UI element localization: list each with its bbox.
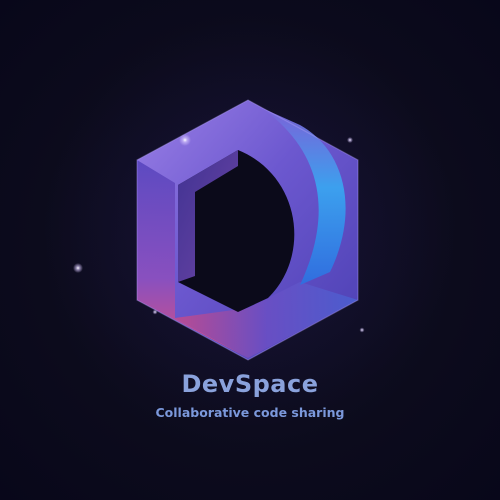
sparkle-icon [152,309,158,315]
sparkle-icon [347,137,353,143]
sparkle-icon [359,327,365,333]
sparkle-icon [179,134,191,146]
brand-tagline: Collaborative code sharing [155,405,345,420]
brand-name: DevSpace [181,370,319,398]
logo-canvas: DevSpace Collaborative code sharing [0,0,500,500]
sparkle-icon [73,263,83,273]
hexagon-d-logo-icon [73,99,365,361]
